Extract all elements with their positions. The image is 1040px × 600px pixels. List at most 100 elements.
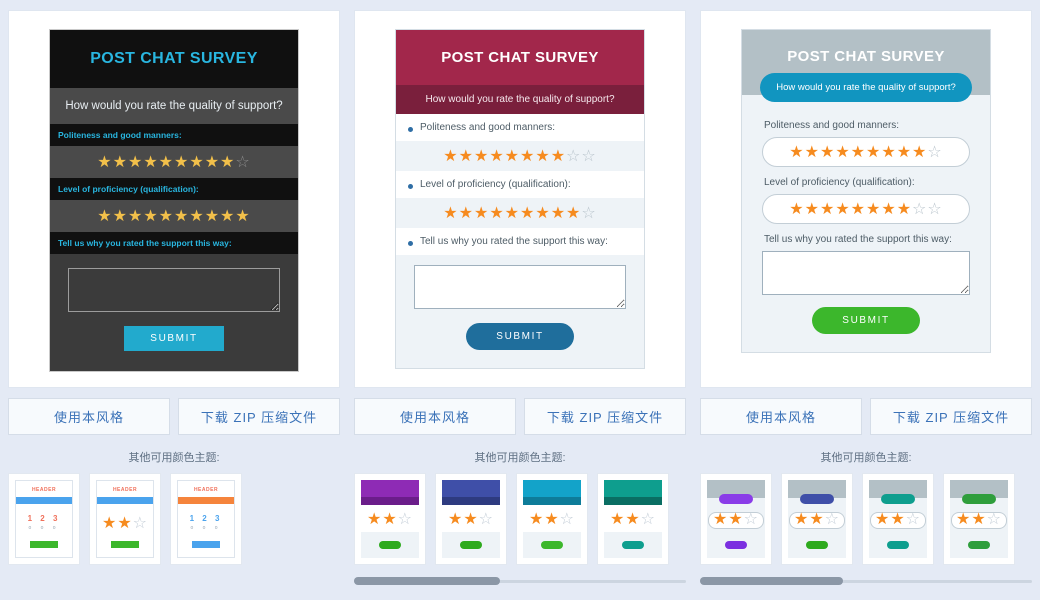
thumb-footer bbox=[788, 532, 846, 558]
star-icon[interactable]: ★ bbox=[805, 201, 820, 218]
rating-stars-1[interactable]: ★★★★★★★★☆☆ bbox=[396, 141, 644, 171]
download-zip-button[interactable]: 下载 ZIP 压缩文件 bbox=[178, 398, 340, 435]
star-icon[interactable]: ★ bbox=[789, 201, 804, 218]
star-icon[interactable]: ★ bbox=[851, 201, 866, 218]
star-icon[interactable]: ★ bbox=[128, 154, 143, 171]
submit-button[interactable]: SUBMIT bbox=[466, 323, 574, 350]
star-icon[interactable]: ★ bbox=[459, 205, 474, 222]
star-icon[interactable]: ★ bbox=[113, 154, 128, 171]
star-icon[interactable]: ★ bbox=[881, 201, 896, 218]
theme-thumbnail[interactable]: ★★☆ bbox=[354, 473, 426, 565]
thumb-accent-bar bbox=[97, 497, 153, 504]
star-icon[interactable]: ★ bbox=[520, 205, 535, 222]
scrollbar-thumb[interactable] bbox=[354, 577, 501, 585]
star-icon[interactable]: ★ bbox=[835, 201, 850, 218]
comment-textarea[interactable] bbox=[68, 268, 280, 312]
star-icon[interactable]: ★ bbox=[866, 201, 881, 218]
themes-scrollbar-gray[interactable] bbox=[700, 577, 1032, 585]
star-icon[interactable]: ★ bbox=[174, 154, 189, 171]
use-style-button[interactable]: 使用本风格 bbox=[700, 398, 862, 435]
download-zip-button[interactable]: 下载 ZIP 压缩文件 bbox=[524, 398, 686, 435]
star-icon[interactable]: ★ bbox=[97, 208, 112, 225]
themes-scrollbar-crimson[interactable] bbox=[354, 577, 686, 585]
star-icon[interactable]: ☆ bbox=[912, 201, 927, 218]
star-icon[interactable]: ★ bbox=[551, 148, 566, 165]
star-icon[interactable]: ★ bbox=[805, 144, 820, 161]
star-icon[interactable]: ★ bbox=[128, 208, 143, 225]
star-icon[interactable]: ★ bbox=[881, 144, 896, 161]
use-style-button[interactable]: 使用本风格 bbox=[354, 398, 516, 435]
star-icon[interactable]: ★ bbox=[459, 148, 474, 165]
star-icon[interactable]: ★ bbox=[566, 205, 581, 222]
star-icon[interactable]: ★ bbox=[443, 205, 458, 222]
star-icon[interactable]: ★ bbox=[205, 154, 220, 171]
star-icon[interactable]: ★ bbox=[189, 208, 204, 225]
thumb-stars: ★★☆ bbox=[448, 509, 494, 529]
theme-thumbnail-inner: ★★☆ bbox=[523, 480, 581, 558]
star-icon[interactable]: ★ bbox=[443, 148, 458, 165]
thumb-submit-pill bbox=[806, 541, 828, 549]
submit-button[interactable]: SUBMIT bbox=[124, 326, 224, 351]
theme-thumbnail[interactable]: ★★☆ bbox=[700, 473, 772, 565]
theme-thumbnail[interactable]: ★★☆ bbox=[943, 473, 1015, 565]
star-icon[interactable]: ★ bbox=[159, 208, 174, 225]
star-icon[interactable]: ★ bbox=[159, 154, 174, 171]
star-icon[interactable]: ★ bbox=[220, 154, 235, 171]
star-icon[interactable]: ★ bbox=[520, 148, 535, 165]
star-icon[interactable]: ★ bbox=[866, 144, 881, 161]
star-icon[interactable]: ★ bbox=[205, 208, 220, 225]
theme-thumbnail[interactable]: ★★☆ bbox=[435, 473, 507, 565]
star-icon[interactable]: ★ bbox=[851, 144, 866, 161]
star-icon[interactable]: ☆ bbox=[581, 205, 596, 222]
theme-thumbnail[interactable]: ★★☆ bbox=[862, 473, 934, 565]
star-icon[interactable]: ★ bbox=[505, 148, 520, 165]
star-icon[interactable]: ★ bbox=[897, 144, 912, 161]
star-icon[interactable]: ★ bbox=[174, 208, 189, 225]
star-icon[interactable]: ★ bbox=[474, 205, 489, 222]
star-icon: ★ bbox=[874, 511, 891, 528]
star-icon[interactable]: ★ bbox=[820, 144, 835, 161]
star-icon[interactable]: ☆ bbox=[566, 148, 581, 165]
thumb-submit-pill bbox=[541, 541, 563, 549]
rating-stars-1[interactable]: ★★★★★★★★★☆ bbox=[50, 146, 298, 178]
star-icon[interactable]: ☆ bbox=[581, 148, 596, 165]
star-icon[interactable]: ★ bbox=[97, 154, 112, 171]
star-icon[interactable]: ★ bbox=[835, 144, 850, 161]
submit-button[interactable]: SUBMIT bbox=[812, 307, 920, 334]
star-icon[interactable]: ★ bbox=[535, 205, 550, 222]
star-icon[interactable]: ★ bbox=[489, 148, 504, 165]
scrollbar-thumb[interactable] bbox=[700, 577, 843, 585]
theme-thumbnail[interactable]: ★★☆ bbox=[597, 473, 669, 565]
star-icon[interactable]: ★ bbox=[820, 201, 835, 218]
use-style-button[interactable]: 使用本风格 bbox=[8, 398, 170, 435]
star-icon[interactable]: ☆ bbox=[927, 144, 942, 161]
star-icon[interactable]: ★ bbox=[789, 144, 804, 161]
rating-stars-2[interactable]: ★★★★★★★★★★ bbox=[50, 200, 298, 232]
download-zip-button[interactable]: 下载 ZIP 压缩文件 bbox=[870, 398, 1032, 435]
star-icon[interactable]: ★ bbox=[912, 144, 927, 161]
rating-stars-2[interactable]: ★★★★★★★★★☆ bbox=[396, 198, 644, 228]
star-icon[interactable]: ★ bbox=[474, 148, 489, 165]
star-icon[interactable]: ☆ bbox=[235, 154, 250, 171]
star-icon[interactable]: ★ bbox=[489, 205, 504, 222]
theme-thumbnail[interactable]: HEADER ★★☆ bbox=[89, 473, 161, 565]
star-icon[interactable]: ★ bbox=[505, 205, 520, 222]
theme-thumbnail[interactable]: HEADER 1 2 3 o o o bbox=[8, 473, 80, 565]
star-icon[interactable]: ★ bbox=[189, 154, 204, 171]
comment-textarea[interactable] bbox=[762, 251, 970, 295]
theme-thumbnail[interactable]: ★★☆ bbox=[516, 473, 588, 565]
star-icon[interactable]: ★ bbox=[551, 205, 566, 222]
star-icon[interactable]: ★ bbox=[113, 208, 128, 225]
star-icon[interactable]: ★ bbox=[143, 154, 158, 171]
theme-thumbnail[interactable]: ★★☆ bbox=[781, 473, 853, 565]
star-icon[interactable]: ★ bbox=[535, 148, 550, 165]
comment-textarea[interactable] bbox=[414, 265, 626, 309]
star-icon[interactable]: ★ bbox=[235, 208, 250, 225]
star-icon[interactable]: ☆ bbox=[927, 201, 942, 218]
star-icon[interactable]: ★ bbox=[220, 208, 235, 225]
star-icon[interactable]: ★ bbox=[143, 208, 158, 225]
star-icon[interactable]: ★ bbox=[897, 201, 912, 218]
rating-stars-2[interactable]: ★★★★★★★★☆☆ bbox=[762, 194, 970, 224]
rating-stars-1[interactable]: ★★★★★★★★★☆ bbox=[762, 137, 970, 167]
theme-thumbnail[interactable]: HEADER 1 2 3 o o o bbox=[170, 473, 242, 565]
